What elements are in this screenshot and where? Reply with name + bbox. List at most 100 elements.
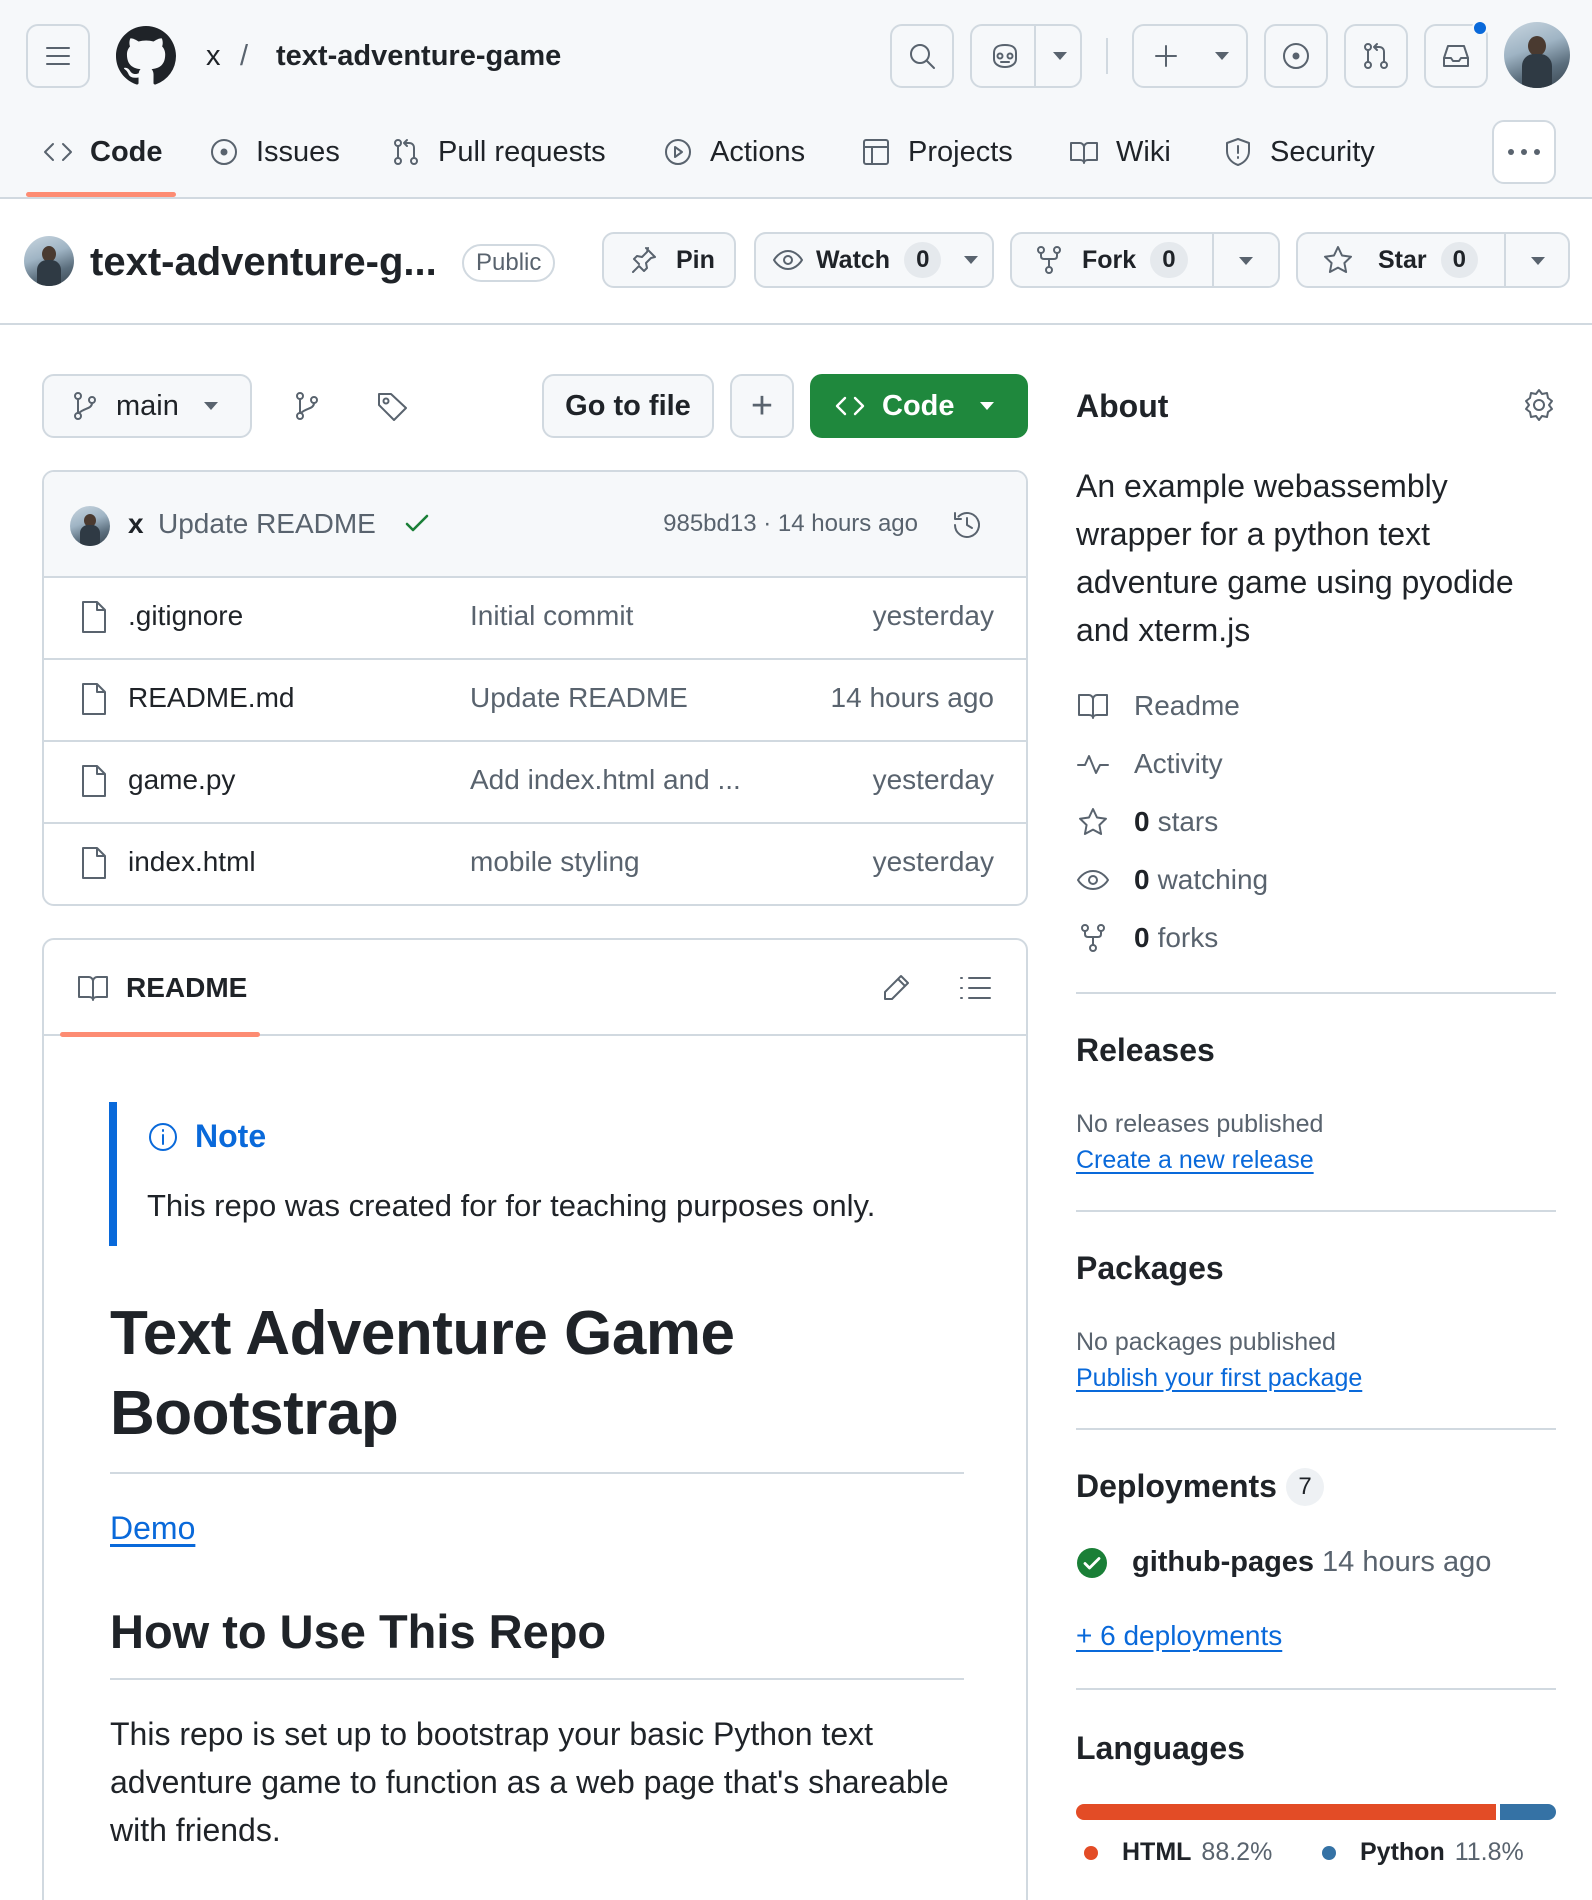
readme-link[interactable]: Readme	[1076, 686, 1240, 726]
chevron-down-icon	[964, 256, 979, 264]
tab-issues[interactable]: Issues	[208, 130, 340, 174]
breadcrumb-owner[interactable]: x	[206, 38, 221, 74]
releases-heading[interactable]: Releases	[1076, 1032, 1215, 1069]
file-row[interactable]: index.html mobile styling yesterday	[44, 824, 1026, 904]
pulse-icon	[1077, 755, 1109, 774]
pencil-icon[interactable]	[880, 972, 912, 1004]
language-item-html[interactable]: HTML 88.2%	[1084, 1838, 1272, 1867]
forks-link[interactable]: 0 forks	[1076, 918, 1218, 958]
pin-button[interactable]: Pin	[602, 232, 736, 288]
commit-author[interactable]: x	[128, 508, 144, 540]
demo-link[interactable]: Demo	[110, 1510, 195, 1547]
watch-button[interactable]: Watch 0	[754, 232, 994, 288]
sidebar-divider	[1076, 1688, 1556, 1690]
repo-name[interactable]: text-adventure-g...	[90, 240, 437, 284]
tags-link[interactable]	[376, 390, 410, 424]
pin-label: Pin	[676, 245, 715, 274]
commit-message[interactable]: Update README	[158, 508, 376, 540]
deployments-heading[interactable]: Deployments	[1076, 1468, 1277, 1505]
sidebar-divider	[1076, 1210, 1556, 1212]
star-button[interactable]: Star 0	[1296, 232, 1570, 288]
packages-empty: No packages published	[1076, 1328, 1336, 1356]
file-name[interactable]: README.md	[128, 682, 294, 714]
file-name[interactable]: game.py	[128, 764, 235, 796]
more-tabs-button[interactable]	[1492, 120, 1556, 184]
deployment-env[interactable]: github-pages	[1132, 1546, 1314, 1579]
create-release-link[interactable]: Create a new release	[1076, 1146, 1314, 1175]
stars-label: stars	[1157, 806, 1219, 837]
activity-link[interactable]: Activity	[1076, 744, 1223, 784]
file-row[interactable]: README.md Update README 14 hours ago	[44, 660, 1026, 742]
readme-paragraph: This repo is set up to bootstrap your ba…	[110, 1716, 949, 1848]
go-to-file-button[interactable]: Go to file	[542, 374, 714, 438]
h2-divider	[110, 1678, 964, 1680]
readme-panel: README Note This repo was created for fo…	[42, 938, 1028, 1900]
publish-package-link[interactable]: Publish your first package	[1076, 1364, 1362, 1393]
check-icon[interactable]	[402, 508, 432, 538]
user-avatar[interactable]	[1504, 22, 1570, 88]
packages-heading[interactable]: Packages	[1076, 1250, 1224, 1287]
language-bar-segment-html	[1076, 1804, 1496, 1820]
go-to-file-label: Go to file	[565, 389, 691, 422]
commit-meta[interactable]: 985bd13 · 14 hours ago	[663, 510, 918, 538]
file-commit-message[interactable]: Initial commit	[470, 600, 633, 632]
readme-tab[interactable]: README	[126, 972, 247, 1004]
add-file-button[interactable]: +	[730, 374, 794, 438]
repo-forked-icon	[1081, 924, 1105, 952]
copilot-button[interactable]	[970, 24, 1082, 88]
branches-link[interactable]	[292, 390, 322, 422]
play-icon	[665, 139, 691, 165]
more-deployments-link[interactable]: + 6 deployments	[1076, 1620, 1282, 1652]
branch-name: main	[116, 389, 179, 422]
menu-button[interactable]	[26, 24, 90, 88]
issues-button[interactable]	[1264, 24, 1328, 88]
file-commit-message[interactable]: mobile styling	[470, 846, 640, 878]
fork-count: 0	[1150, 242, 1188, 278]
language-bar	[1076, 1804, 1556, 1820]
shield-icon	[1226, 138, 1250, 166]
file-commit-message[interactable]: Update README	[470, 682, 688, 714]
list-unordered-icon[interactable]	[958, 973, 992, 1003]
check-circle-fill-icon	[1077, 1547, 1107, 1578]
language-item-python[interactable]: Python 11.8%	[1322, 1838, 1524, 1867]
issue-opened-icon	[211, 139, 237, 165]
file-commit-time: 14 hours ago	[830, 682, 994, 713]
language-name: Python	[1360, 1838, 1445, 1866]
file-icon	[82, 765, 106, 797]
gear-icon[interactable]	[1522, 388, 1556, 422]
languages-heading: Languages	[1076, 1730, 1245, 1766]
issue-opened-icon	[1283, 43, 1309, 69]
commit-author-avatar[interactable]	[70, 506, 110, 546]
file-commit-message[interactable]: Add index.html and ...	[470, 764, 741, 796]
branch-selector[interactable]: main	[42, 374, 252, 438]
sidebar-divider	[1076, 1428, 1556, 1430]
file-icon	[82, 847, 106, 879]
owner-avatar[interactable]	[24, 236, 74, 286]
fork-button[interactable]: Fork 0	[1010, 232, 1280, 288]
file-row[interactable]: .gitignore Initial commit yesterday	[44, 578, 1026, 660]
tab-security[interactable]: Security	[1222, 130, 1375, 174]
tab-pull-requests[interactable]: Pull requests	[390, 130, 606, 174]
git-branch-icon	[296, 392, 318, 420]
file-row[interactable]: game.py Add index.html and ... yesterday	[44, 742, 1026, 824]
breadcrumb-repo[interactable]: text-adventure-game	[276, 38, 561, 74]
code-dropdown-button[interactable]: Code	[810, 374, 1028, 438]
pull-requests-button[interactable]	[1344, 24, 1408, 88]
history-icon[interactable]	[950, 508, 984, 542]
readme-h1: Text Adventure Game Bootstrap	[110, 1294, 735, 1454]
file-name[interactable]: index.html	[128, 846, 256, 878]
sidebar-divider	[1076, 992, 1556, 994]
tab-wiki[interactable]: Wiki	[1068, 130, 1171, 174]
tab-label: Issues	[256, 135, 340, 168]
tab-actions[interactable]: Actions	[662, 130, 805, 174]
watching-link[interactable]: 0 watching	[1076, 860, 1268, 900]
tab-code[interactable]: Code	[42, 130, 163, 174]
tab-projects[interactable]: Projects	[860, 130, 1013, 174]
deployment-item[interactable]: github-pages 14 hours ago	[1076, 1546, 1491, 1579]
search-button[interactable]	[890, 24, 954, 88]
stars-link[interactable]: 0 stars	[1076, 802, 1218, 842]
file-name[interactable]: .gitignore	[128, 600, 243, 632]
create-new-button[interactable]	[1132, 24, 1248, 88]
github-logo-icon[interactable]	[116, 26, 176, 86]
file-icon	[82, 601, 106, 633]
